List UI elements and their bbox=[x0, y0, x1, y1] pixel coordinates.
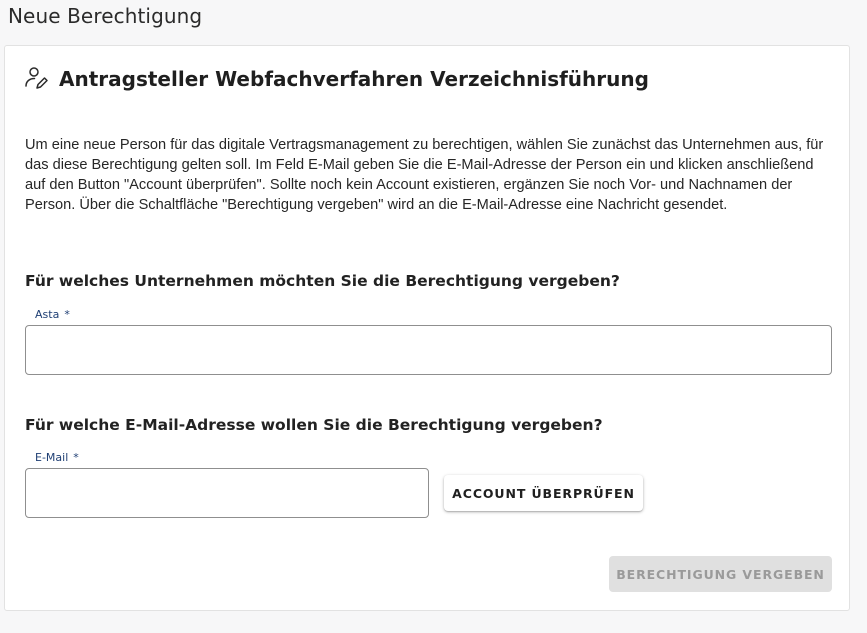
company-input[interactable] bbox=[25, 325, 832, 375]
required-marker: * bbox=[73, 451, 79, 464]
check-account-button[interactable]: ACCOUNT ÜBERPRÜFEN bbox=[444, 475, 643, 511]
intro-text: Um eine neue Person für das digitale Ver… bbox=[25, 137, 824, 213]
page-title: Neue Berechtigung bbox=[8, 4, 203, 28]
required-marker: * bbox=[64, 308, 70, 321]
permission-card: Antragsteller Webfachverfahren Verzeichn… bbox=[4, 45, 850, 611]
email-label-text: E-Mail bbox=[35, 451, 69, 464]
company-field-label: Asta * bbox=[35, 308, 70, 321]
user-edit-icon bbox=[24, 66, 50, 92]
company-label-text: Asta bbox=[35, 308, 60, 321]
email-input[interactable] bbox=[25, 468, 429, 518]
company-section-heading: Für welches Unternehmen möchten Sie die … bbox=[25, 272, 620, 290]
email-section-heading: Für welche E-Mail-Adresse wollen Sie die… bbox=[25, 416, 603, 434]
card-header: Antragsteller Webfachverfahren Verzeichn… bbox=[24, 66, 649, 92]
email-field-label: E-Mail * bbox=[35, 451, 79, 464]
card-title: Antragsteller Webfachverfahren Verzeichn… bbox=[59, 67, 649, 91]
grant-permission-button[interactable]: BERECHTIGUNG VERGEBEN bbox=[609, 556, 832, 592]
